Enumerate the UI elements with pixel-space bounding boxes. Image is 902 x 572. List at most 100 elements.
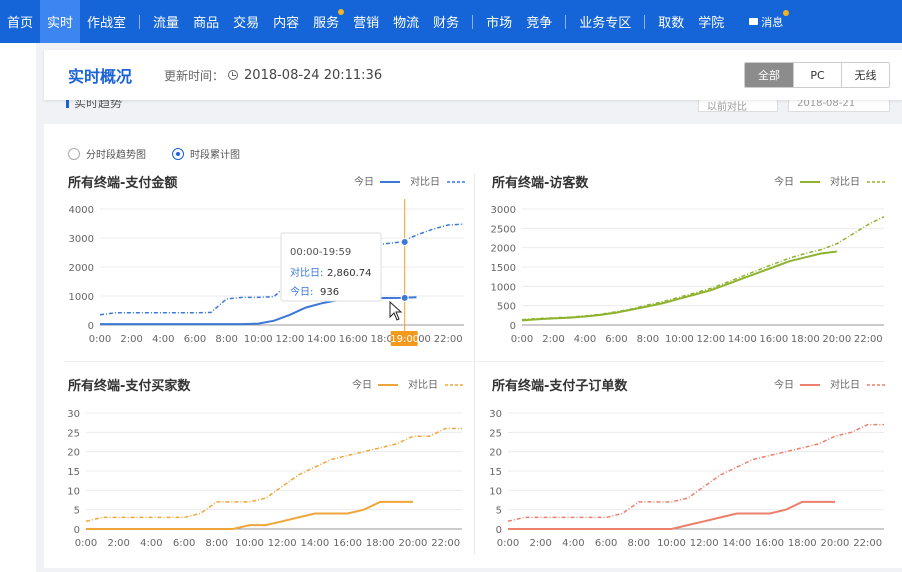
message-button[interactable]: 消息 (731, 9, 790, 30)
x-tick-label: 4:00 (562, 538, 584, 549)
nav-separator (565, 14, 567, 29)
tooltip-time: 00:00-19:59 (290, 247, 351, 258)
chart-title: 所有终端-访客数 (492, 175, 589, 191)
nav-item-19[interactable]: 学院 (691, 0, 731, 43)
chart-mode-radio-1[interactable]: 时段累计图 (172, 146, 240, 161)
radio-circle (68, 147, 80, 160)
nav-item-11[interactable]: 财务 (426, 0, 466, 43)
x-tick-label: 14:00 (728, 334, 757, 345)
chart-mode-radio-0[interactable]: 分时段趋势图 (68, 146, 146, 161)
y-tick-label: 25 (67, 428, 80, 439)
x-tick-label: 8:00 (628, 538, 650, 549)
y-tick-label: 20 (489, 448, 502, 459)
nav-item-0[interactable]: 首页 (0, 0, 40, 43)
nav-item-6[interactable]: 交易 (226, 0, 266, 43)
segment-2[interactable]: 无线 (841, 63, 889, 87)
y-tick-label: 15 (489, 467, 502, 478)
y-tick-label: 25 (489, 428, 502, 439)
y-tick-label: 30 (489, 409, 502, 420)
y-tick-label: 5 (496, 506, 502, 517)
charts-canvas: 所有终端-支付金额 今日 对比日010002000300040000:00 2:00 4… (67, 175, 887, 549)
nav-item-4[interactable]: 流量 (146, 0, 186, 43)
y-tick-label: 1500 (491, 263, 516, 274)
nav-item-14[interactable]: 竞争 (519, 0, 559, 43)
x-tick-label: 20:00 (821, 538, 850, 549)
x-tick-label: 16:00 (759, 334, 788, 345)
x-tick-label: 18:00 (791, 334, 820, 345)
x-tick-label: 4:00 (574, 334, 596, 345)
segment-0[interactable]: 全部 (745, 63, 793, 87)
nav-item-5[interactable]: 商品 (186, 0, 226, 43)
radio-label: 分时段趋势图 (86, 150, 146, 161)
clock-icon (228, 70, 239, 80)
legend-compare-label: 对比日 (830, 378, 860, 391)
top-navigation: 首页 实时 作战室 流量 商品 交易 内容 服务 营销 物流 财务 市场 竞争 业务专区 取数 学院 消息 (0, 0, 902, 43)
chart-1: 所有终端-访客数 今日 对比日 0 500 1000 1500 2000 2500 3000 0:0… (491, 175, 887, 345)
x-tick-label: 22:00 (434, 334, 463, 345)
x-tick-label: 8:00 (206, 538, 228, 549)
terminal-segmented-control: 全部 PC 无线 (744, 62, 890, 88)
x-tick-label: 6:00 (595, 538, 617, 549)
nav-separator (644, 14, 646, 29)
nav-separator (472, 14, 474, 29)
divider (64, 361, 884, 362)
nav-separator (139, 14, 141, 29)
x-tick-label: 18:00 (366, 538, 395, 549)
nav-item-7[interactable]: 内容 (266, 0, 306, 43)
y-tick-label: 30 (67, 409, 80, 420)
page-title: 实时概况 (68, 67, 133, 86)
left-sidebar (0, 43, 36, 572)
y-tick-label: 1000 (69, 292, 94, 303)
chart-mode-radios: 分时段趋势图 时段累计图 (68, 146, 240, 161)
hover-point-today (400, 293, 409, 302)
y-tick-label: 10 (67, 486, 80, 497)
segment-1[interactable]: PC (793, 63, 841, 87)
nav-item-16[interactable]: 业务专区 (572, 0, 638, 43)
y-tick-label: 2500 (491, 224, 516, 235)
compare-date-select[interactable]: 2018-08-21 (788, 100, 890, 112)
x-tick-label: 10:00 (665, 334, 694, 345)
series-line-compare (507, 423, 884, 523)
y-tick-label: 15 (67, 467, 80, 478)
nav-item-2[interactable]: 作战室 (80, 0, 133, 43)
y-tick-label: 500 (497, 302, 516, 313)
nav-item-10[interactable]: 物流 (386, 0, 426, 43)
message-label: 消息 (761, 15, 784, 29)
nav-item-8[interactable]: 服务 (306, 0, 346, 43)
chart-2: 所有终端-支付买家数 今日 对比日 0 5 10 15 20 25 30 0:00 2:00 4:00 6… (67, 378, 465, 549)
x-tick-label: 6:00 (173, 538, 195, 549)
message-icon (749, 18, 759, 25)
y-tick-label: 3000 (491, 205, 516, 216)
radio-circle (172, 147, 184, 160)
compare-mode-select[interactable]: 以前对比 (698, 100, 778, 113)
legend-compare-label: 对比日 (830, 175, 860, 188)
x-tick-label: 0:00 (89, 334, 111, 345)
x-tick-label: 10:00 (235, 538, 264, 549)
legend-today-label: 今日 (352, 378, 372, 391)
divider (474, 174, 475, 554)
mouse-cursor-icon (389, 300, 403, 321)
nav-item-1[interactable]: 实时 (40, 0, 81, 43)
y-tick-label: 2000 (491, 244, 516, 255)
x-tick-label: 12:00 (268, 538, 297, 549)
nav-item-13[interactable]: 市场 (479, 0, 519, 43)
y-tick-label: 0 (496, 525, 502, 536)
series-line-today (508, 500, 835, 530)
x-tick-label: 8:00 (215, 334, 237, 345)
x-tick-label: 22:00 (431, 538, 460, 549)
x-tick-label: 4:00 (140, 538, 162, 549)
x-tick-label: 0:00 (497, 538, 519, 549)
realtime-header: 实时概况 更新时间： 2018-08-24 20:11:36 全部 PC 无线 (44, 50, 902, 100)
x-tick-label: 2:00 (542, 334, 564, 345)
legend-today-label: 今日 (354, 175, 374, 188)
trend-title: 实时趋势 (66, 100, 122, 111)
y-tick-label: 20 (67, 448, 80, 459)
x-tick-label: 12:00 (690, 538, 719, 549)
x-tick-label: 10:00 (657, 538, 686, 549)
nav-item-18[interactable]: 取数 (651, 0, 691, 43)
nav-item-9[interactable]: 营销 (346, 0, 386, 43)
x-tick-label: 4:00 (152, 334, 174, 345)
chart-title: 所有终端-支付子订单数 (492, 378, 628, 394)
series-line-compare (85, 427, 462, 523)
update-time: 2018-08-24 20:11:36 (244, 67, 383, 83)
